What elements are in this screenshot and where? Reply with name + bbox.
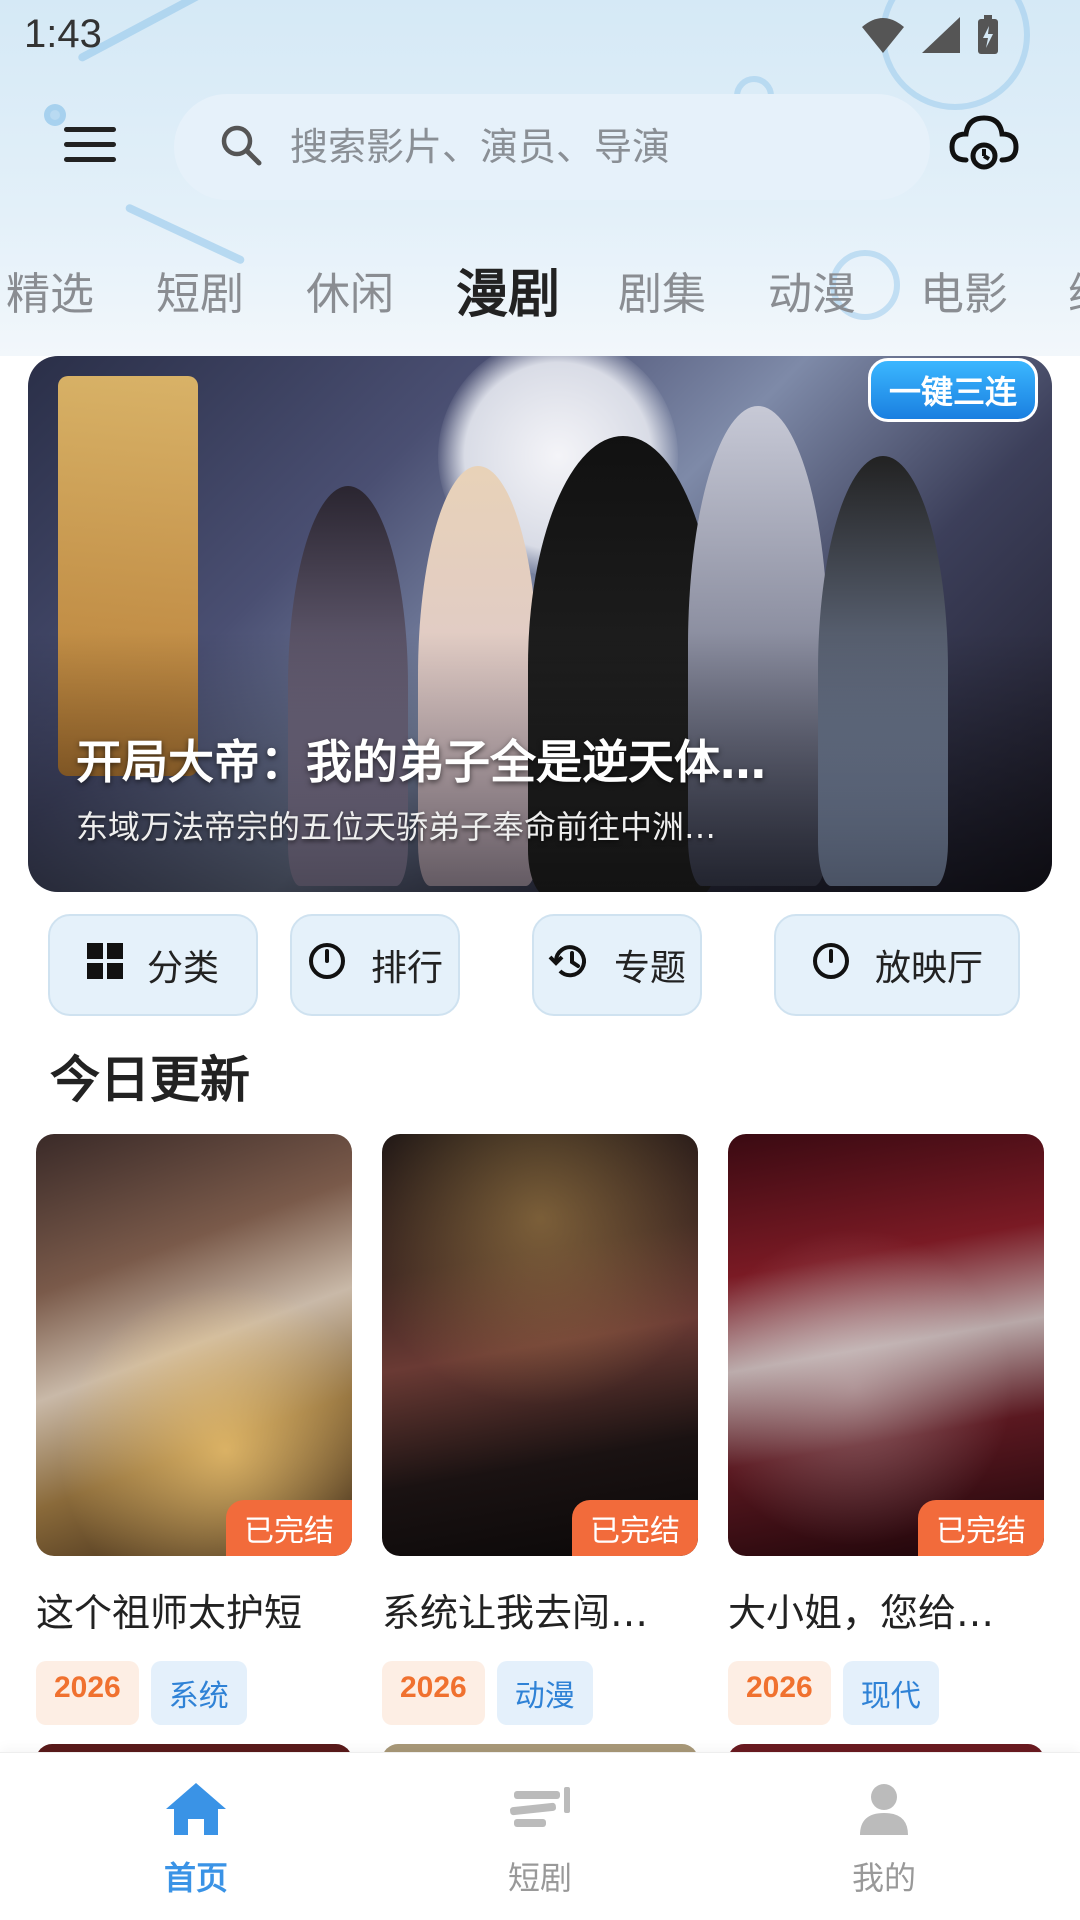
menu-button[interactable]	[52, 112, 128, 182]
status-bar: 1:43	[0, 0, 1080, 76]
category-button-label: 分类	[146, 948, 219, 989]
search-bar[interactable]	[174, 94, 930, 200]
drama-card[interactable]: 已完结 这个祖师太护短 2026 系统	[36, 1134, 352, 1725]
category-button[interactable]: 分类	[48, 914, 258, 1016]
poster-glow	[36, 1134, 352, 1556]
home-icon	[164, 1781, 228, 1841]
history-icon	[548, 941, 590, 990]
genre-tag: 现代	[842, 1661, 939, 1725]
tab-casual[interactable]: 休闲	[306, 258, 394, 322]
hamburger-icon	[64, 127, 116, 167]
poster-glow	[382, 1134, 698, 1556]
status-badge: 已完结	[918, 1500, 1044, 1556]
clock-icon	[811, 941, 851, 990]
cloud-icon	[948, 115, 1020, 178]
card-title: 大小姐，您给…	[728, 1591, 995, 1635]
card-tags: 2026 现代	[728, 1661, 1044, 1725]
short-drama-icon	[508, 1781, 572, 1841]
featured-banner[interactable]: 一键三连 开局大帝：我的弟子全是逆天体… 东域万法帝宗的五位天骄弟子奉命前往中洲…	[28, 356, 1052, 892]
nav-profile-label: 我的	[851, 1859, 916, 1897]
year-tag: 2026	[36, 1661, 139, 1725]
battery-icon	[976, 14, 1000, 60]
section-title: 今日更新	[50, 1051, 250, 1109]
grid-icon	[86, 942, 123, 988]
cloud-sync-button[interactable]	[948, 112, 1028, 184]
card-poster[interactable]: 已完结	[728, 1134, 1044, 1556]
status-badge: 已完结	[572, 1500, 698, 1556]
topics-button-label: 专题	[613, 948, 686, 989]
tab-movie[interactable]: 电影	[920, 258, 1008, 322]
year-tag: 2026	[728, 1661, 831, 1725]
status-time: 1:43	[24, 12, 102, 56]
ranking-button-label: 排行	[370, 948, 443, 989]
banner-description: 东域万法帝宗的五位天骄弟子奉命前往中洲…	[76, 808, 717, 846]
drama-card[interactable]: 已完结 大小姐，您给… 2026 现代	[728, 1134, 1044, 1725]
tab-featured[interactable]: 精选	[6, 258, 94, 322]
ranking-button[interactable]: 排行	[290, 914, 460, 1016]
nav-short-drama-label: 短剧	[507, 1859, 572, 1897]
banner-title: 开局大帝：我的弟子全是逆天体…	[76, 735, 766, 789]
tab-variety[interactable]: 综	[1068, 258, 1080, 322]
card-tags: 2026 动漫	[382, 1661, 698, 1725]
nav-home-label: 首页	[163, 1859, 228, 1897]
drama-card[interactable]: 已完结 系统让我去闯… 2026 动漫	[382, 1134, 698, 1725]
tab-series[interactable]: 剧集	[618, 258, 706, 322]
clock-icon	[307, 941, 347, 990]
poster-glow	[728, 1134, 1044, 1556]
card-tags: 2026 系统	[36, 1661, 352, 1725]
bottom-navigation: 首页 短剧 我的	[0, 1752, 1080, 1920]
banner-badge: 一键三连	[867, 358, 1038, 422]
theater-button[interactable]: 放映厅	[774, 914, 1020, 1016]
tab-short-drama[interactable]: 短剧	[156, 258, 244, 322]
search-input[interactable]	[290, 125, 850, 169]
wifi-icon	[860, 15, 906, 59]
year-tag: 2026	[382, 1661, 485, 1725]
topics-button[interactable]: 专题	[532, 914, 702, 1016]
tab-comic-drama[interactable]: 漫剧	[456, 252, 560, 327]
status-icons	[860, 14, 1000, 60]
signal-icon	[920, 15, 962, 59]
status-badge: 已完结	[226, 1500, 352, 1556]
card-poster[interactable]: 已完结	[382, 1134, 698, 1556]
genre-tag: 系统	[150, 1661, 247, 1725]
search-icon	[220, 124, 262, 170]
theater-button-label: 放映厅	[874, 948, 983, 989]
card-title: 系统让我去闯…	[382, 1591, 649, 1635]
nav-short-drama[interactable]: 短剧	[440, 1781, 640, 1899]
nav-profile[interactable]: 我的	[784, 1781, 984, 1899]
profile-icon	[852, 1781, 916, 1841]
tab-anime[interactable]: 动漫	[768, 258, 856, 322]
genre-tag: 动漫	[496, 1661, 593, 1725]
category-tabs: 精选 短剧 休闲 漫剧 剧集 动漫 电影 综	[0, 250, 1080, 330]
nav-home[interactable]: 首页	[96, 1781, 296, 1899]
card-title: 这个祖师太护短	[36, 1591, 303, 1635]
card-poster[interactable]: 已完结	[36, 1134, 352, 1556]
